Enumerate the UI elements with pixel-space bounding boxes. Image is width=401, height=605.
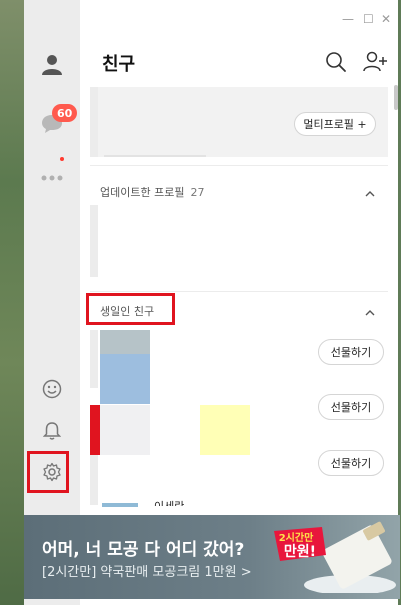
more-icon (41, 175, 63, 181)
updated-profiles-count: 27 (190, 186, 205, 199)
collapse-updated-button[interactable] (364, 185, 376, 197)
person-icon (42, 55, 62, 75)
chevron-up-icon (365, 191, 375, 197)
ad-badge-bottom: 만원! (284, 544, 316, 560)
ad-content[interactable]: 어머, 너 모공 다 어디 갔어? [2시간만] 약국판매 모공크림 1만원 >… (24, 515, 400, 599)
avatar[interactable] (100, 354, 150, 404)
ad-badge-top: 2시간만 (279, 531, 314, 544)
maximize-button[interactable]: ☐ (363, 12, 374, 26)
close-button[interactable]: ✕ (381, 12, 391, 26)
divider (90, 291, 388, 292)
profile-placeholder (90, 87, 98, 157)
collapse-birthday-button[interactable] (364, 304, 376, 316)
add-friend-icon (363, 51, 387, 72)
gift-button[interactable]: 선물하기 (318, 394, 384, 420)
friends-tab[interactable] (32, 44, 72, 84)
search-icon (326, 52, 346, 72)
birthday-friends-header: 생일인 친구 (100, 303, 154, 319)
ad-banner[interactable]: 어머, 너 모공 다 어디 갔어? [2시간만] 약국판매 모공크림 1만원 >… (24, 515, 400, 599)
profile-underline (104, 155, 206, 157)
updated-profiles-list[interactable] (90, 205, 98, 277)
birthday-friends-title: 생일인 친구 (100, 305, 155, 318)
add-friend-button[interactable] (362, 50, 388, 76)
gift-button[interactable]: 선물하기 (318, 339, 384, 365)
settings-highlight-box (27, 451, 69, 493)
updated-profiles-header: 업데이트한 프로필 27 (100, 184, 204, 200)
desktop-background (0, 0, 24, 605)
notification-dot (60, 157, 64, 161)
kakaotalk-window: 60 — ☐ ✕ 친구 멀티프로필 + 업데이트한 프로필 27 생일인 친구 … (24, 0, 400, 605)
friend-name: 이세란 (154, 498, 184, 506)
search-button[interactable] (324, 50, 350, 76)
emoticon-button[interactable] (32, 369, 72, 409)
page-title: 친구 (102, 54, 136, 75)
notifications-button[interactable] (32, 411, 72, 451)
cream-product-image: 2시간만 만원! (274, 521, 396, 593)
divider (90, 165, 388, 166)
ad-title: 어머, 너 모공 다 어디 갔어? (42, 540, 245, 560)
title-bar: — ☐ ✕ (80, 0, 398, 40)
chevron-up-icon (365, 310, 375, 316)
avatar[interactable] (100, 330, 150, 354)
minimize-button[interactable]: — (342, 12, 354, 26)
scrollbar-thumb[interactable] (394, 85, 398, 110)
gift-button[interactable]: 선물하기 (318, 450, 384, 476)
multi-profile-button[interactable]: 멀티프로필 + (294, 112, 376, 136)
bell-icon (43, 422, 61, 440)
emoji-icon (42, 379, 62, 399)
unread-badge: 60 (52, 104, 78, 122)
list-item-bar (90, 455, 98, 505)
list-item-bar (90, 330, 98, 388)
avatar[interactable] (100, 405, 150, 455)
avatar[interactable] (102, 503, 138, 507)
updated-profiles-title: 업데이트한 프로필 (100, 186, 185, 199)
ad-subtitle: [2시간만] 약국판매 모공크림 1만원 > (42, 565, 252, 580)
highlight-marker (200, 405, 250, 455)
red-marker (90, 405, 100, 455)
more-tab[interactable] (32, 158, 72, 198)
